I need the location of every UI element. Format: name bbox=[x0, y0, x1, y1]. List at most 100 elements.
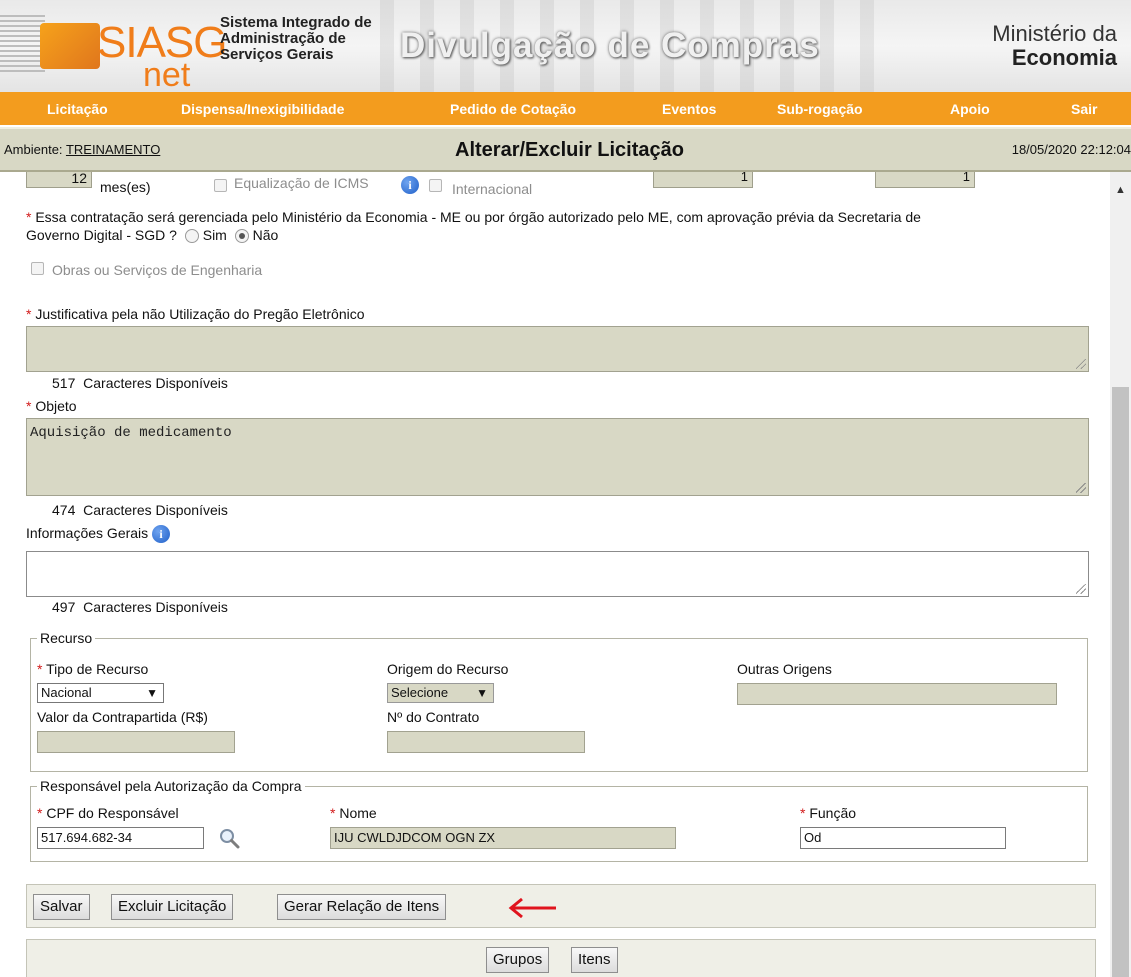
object-textarea[interactable]: Aquisição de medicamento bbox=[26, 418, 1089, 496]
environment-link[interactable]: TREINAMENTO bbox=[66, 142, 160, 157]
dropdown-arrow-icon: ▼ bbox=[476, 686, 488, 700]
other-origins-label: Outras Origens bbox=[737, 661, 832, 677]
top-field-1-value: 1 bbox=[740, 169, 748, 184]
system-title-line1: Sistema Integrado de bbox=[220, 14, 372, 31]
red-arrow-icon bbox=[506, 897, 558, 922]
save-button[interactable]: Salvar bbox=[33, 894, 90, 920]
resource-type-value: Nacional bbox=[41, 685, 92, 700]
items-button[interactable]: Itens bbox=[571, 947, 618, 973]
ministry-line2: Economia bbox=[1011, 45, 1117, 70]
resize-grip-icon[interactable] bbox=[1076, 584, 1086, 594]
name-label: * Nome bbox=[330, 805, 377, 821]
menu-item-sub-rogacao[interactable]: Sub-rogação bbox=[777, 101, 863, 117]
logo-lines bbox=[0, 15, 45, 75]
icms-checkbox[interactable] bbox=[214, 176, 227, 192]
general-info-textarea[interactable] bbox=[26, 551, 1089, 597]
justification-remaining: 517 bbox=[52, 375, 76, 391]
justification-textarea[interactable] bbox=[26, 326, 1089, 372]
role-label: * Função bbox=[800, 805, 857, 821]
datetime: 18/05/2020 22:12:04 bbox=[1011, 142, 1131, 157]
role-input[interactable]: Od bbox=[800, 827, 1006, 849]
dropdown-arrow-icon: ▼ bbox=[146, 686, 158, 700]
engineering-label: Obras ou Serviços de Engenharia bbox=[52, 262, 263, 278]
contract-label: Nº do Contrato bbox=[387, 709, 480, 725]
scroll-up-arrow-icon[interactable]: ▲ bbox=[1110, 180, 1131, 200]
name-field[interactable]: IJU CWLDJDCOM OGN ZX bbox=[330, 827, 676, 849]
justification-counter: 517 Caracteres Disponíveis bbox=[52, 375, 228, 391]
resource-origin-select[interactable]: Selecione ▼ bbox=[387, 683, 494, 703]
resource-type-select[interactable]: Nacional ▼ bbox=[37, 683, 164, 703]
cpf-input[interactable]: 517.694.682-34 bbox=[37, 827, 204, 849]
international-label: Internacional bbox=[452, 181, 533, 197]
object-value: Aquisição de medicamento bbox=[30, 425, 232, 441]
resource-origin-label: Origem do Recurso bbox=[387, 661, 509, 677]
management-question-text-2: Governo Digital - SGD ? bbox=[26, 227, 177, 243]
name-label-text: Nome bbox=[339, 805, 377, 821]
scroll-thumb[interactable] bbox=[1112, 387, 1129, 977]
ministry-logo: Ministério da Economia bbox=[992, 22, 1117, 70]
logo-net-text: net bbox=[143, 56, 191, 94]
main-menu: Licitação Dispensa/Inexigibilidade Pedid… bbox=[0, 92, 1131, 127]
cpf-label: * CPF do Responsável bbox=[37, 805, 179, 821]
role-label-text: Função bbox=[809, 805, 857, 821]
menu-item-sair[interactable]: Sair bbox=[1071, 101, 1097, 117]
radio-nao-label: Não bbox=[252, 227, 279, 243]
management-question-line2: Governo Digital - SGD ? Sim Não bbox=[26, 226, 1086, 244]
menu-item-apoio[interactable]: Apoio bbox=[950, 101, 990, 117]
banner-main-title: Divulgação de Compras bbox=[400, 26, 820, 65]
resize-grip-icon[interactable] bbox=[1076, 359, 1086, 369]
tabs-panel bbox=[26, 939, 1096, 977]
justification-label: * Justificativa pela não Utilização do P… bbox=[26, 306, 365, 322]
menu-item-pedido-cotacao[interactable]: Pedido de Cotação bbox=[450, 101, 576, 117]
general-info-counter: 497 Caracteres Disponíveis bbox=[52, 599, 228, 615]
other-origins-field[interactable] bbox=[737, 683, 1057, 705]
search-icon[interactable] bbox=[218, 827, 240, 852]
months-field[interactable]: 12 bbox=[26, 170, 92, 188]
menu-item-eventos[interactable]: Eventos bbox=[662, 101, 716, 117]
info-icon[interactable]: i bbox=[152, 525, 171, 544]
ministry-line1: Ministério da bbox=[992, 21, 1117, 46]
menu-item-licitacao[interactable]: Licitação bbox=[47, 101, 108, 117]
vertical-scrollbar[interactable]: ▲ bbox=[1110, 172, 1131, 977]
system-title: Sistema Integrado de Administração de Se… bbox=[220, 15, 390, 63]
justification-label-text: Justificativa pela não Utilização do Pre… bbox=[35, 306, 365, 322]
resource-origin-value: Selecione bbox=[391, 685, 449, 700]
info-icon[interactable]: i bbox=[401, 176, 419, 194]
engineering-checkbox[interactable] bbox=[31, 259, 44, 275]
general-info-label: Informações Gerais i bbox=[26, 525, 171, 544]
resize-grip-icon[interactable] bbox=[1076, 483, 1086, 493]
management-question: * Essa contratação será gerenciada pelo … bbox=[26, 208, 1086, 244]
responsible-legend: Responsável pela Autorização da Compra bbox=[37, 778, 305, 794]
menu-item-dispensa[interactable]: Dispensa/Inexigibilidade bbox=[181, 101, 344, 117]
counterpart-label: Valor da Contrapartida (R$) bbox=[37, 709, 208, 725]
contract-field[interactable] bbox=[387, 731, 585, 753]
cpf-label-text: CPF do Responsável bbox=[46, 805, 179, 821]
top-field-1[interactable]: 1 bbox=[653, 169, 753, 188]
system-title-line2: Administração de bbox=[220, 30, 346, 47]
name-value: IJU CWLDJDCOM OGN ZX bbox=[334, 830, 496, 845]
months-value: 12 bbox=[71, 170, 87, 186]
logo-swoosh-icon bbox=[40, 23, 100, 69]
resource-legend: Recurso bbox=[37, 630, 96, 646]
radio-sim[interactable] bbox=[184, 229, 199, 244]
radio-nao[interactable] bbox=[234, 229, 249, 244]
groups-button[interactable]: Grupos bbox=[486, 947, 550, 973]
siasg-logo: SIASG net bbox=[0, 5, 227, 92]
system-title-line3: Serviços Gerais bbox=[220, 46, 334, 63]
justification-remaining-label: Caracteres Disponíveis bbox=[83, 375, 228, 391]
site-banner: SIASG net Sistema Integrado de Administr… bbox=[0, 0, 1131, 92]
environment-label: Ambiente: TREINAMENTO bbox=[4, 142, 160, 157]
radio-sim-label: Sim bbox=[202, 227, 227, 243]
role-value: Od bbox=[804, 830, 822, 845]
generate-items-button[interactable]: Gerar Relação de Itens bbox=[277, 894, 447, 920]
general-info-label-text: Informações Gerais bbox=[26, 525, 149, 541]
delete-bid-button[interactable]: Excluir Licitação bbox=[111, 894, 234, 920]
international-checkbox[interactable] bbox=[429, 176, 442, 192]
responsible-fieldset: Responsável pela Autorização da Compra bbox=[30, 778, 1088, 862]
environment-prefix: Ambiente: bbox=[4, 142, 63, 157]
counterpart-field[interactable] bbox=[37, 731, 235, 753]
page-title-bar: Ambiente: TREINAMENTO Alterar/Excluir Li… bbox=[0, 127, 1131, 172]
top-field-2[interactable]: 1 bbox=[875, 169, 975, 188]
top-field-2-value: 1 bbox=[962, 169, 970, 184]
general-info-remaining-label: Caracteres Disponíveis bbox=[83, 599, 228, 615]
